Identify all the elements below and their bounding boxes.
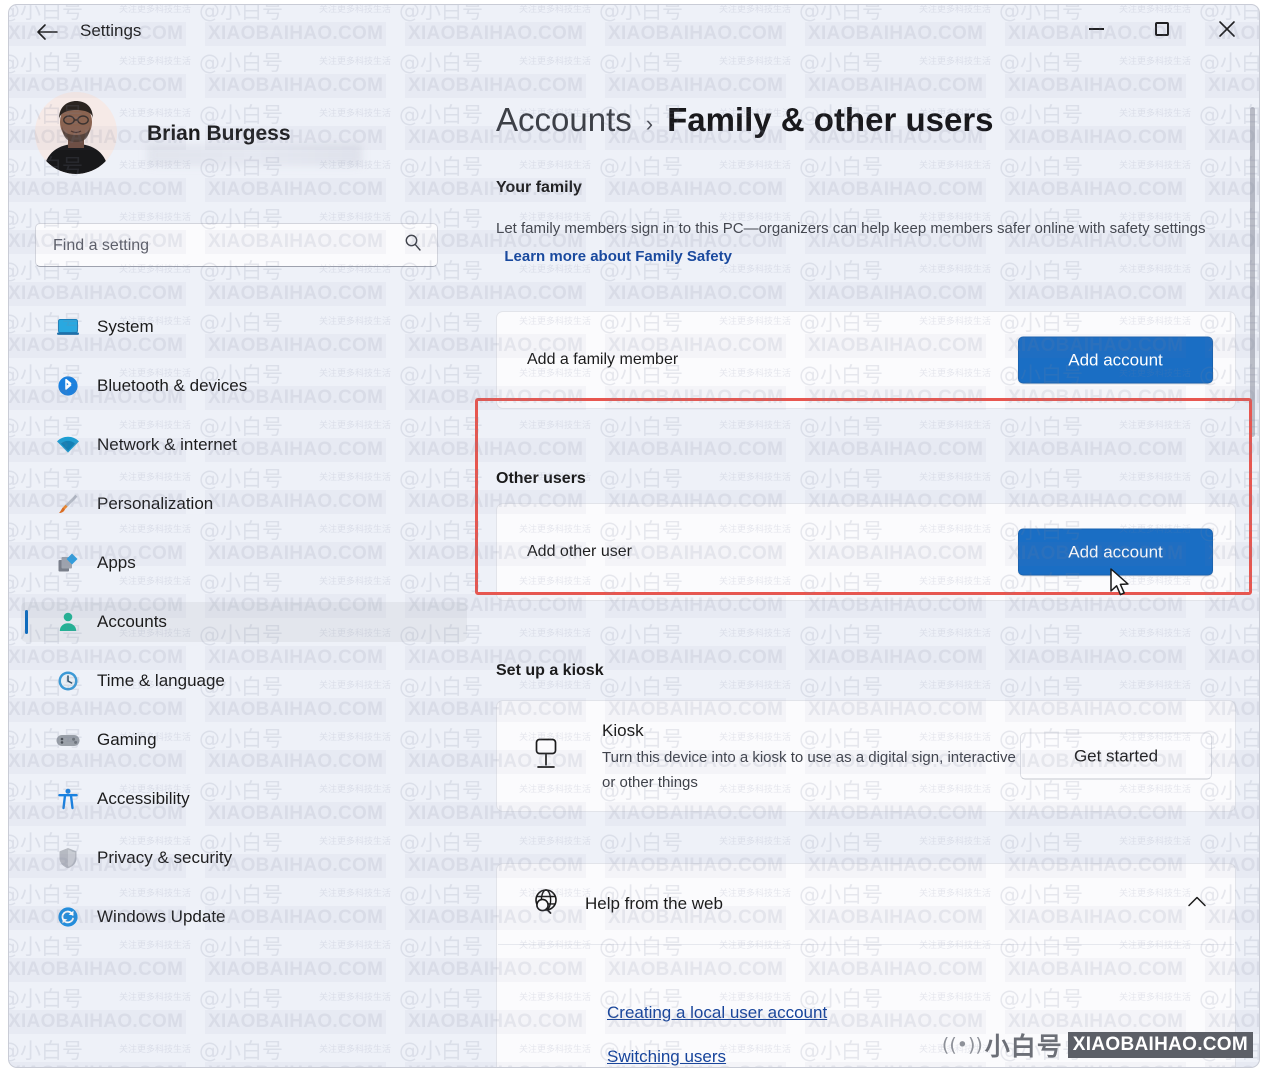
sidebar-item-system[interactable]: System: [21, 307, 467, 347]
breadcrumb-parent[interactable]: Accounts: [496, 101, 632, 139]
wifi-icon: [55, 432, 81, 458]
globe-search-icon: [531, 887, 561, 922]
sidebar-item-label: Privacy & security: [97, 848, 232, 868]
avatar: [35, 92, 117, 174]
page-title: Family & other users: [667, 101, 993, 139]
add-other-user-label: Add other user: [527, 543, 632, 561]
maximize-icon: [1155, 22, 1169, 36]
sidebar-item-personalization[interactable]: Personalization: [21, 484, 467, 524]
window-controls: [1064, 5, 1259, 53]
sidebar-item-windows-update[interactable]: Windows Update: [21, 897, 467, 937]
close-button[interactable]: [1194, 5, 1259, 53]
help-link-switching-users[interactable]: Switching users: [607, 1047, 726, 1067]
profile-name: Brian Burgess: [147, 122, 291, 146]
sidebar-item-label: Apps: [97, 553, 136, 573]
search-input[interactable]: Find a setting: [35, 223, 438, 267]
your-family-description: Let family members sign in to this PC—or…: [496, 215, 1241, 271]
sidebar-item-label: System: [97, 317, 154, 337]
kiosk-title: Kiosk: [602, 721, 644, 741]
paintbrush-icon: [55, 491, 81, 517]
sidebar-item-gaming[interactable]: Gaming: [21, 720, 467, 760]
minimize-icon: [1089, 28, 1104, 30]
sidebar-item-bluetooth-devices[interactable]: Bluetooth & devices: [21, 366, 467, 406]
sidebar-item-privacy-security[interactable]: Privacy & security: [21, 838, 467, 878]
sidebar-item-network-internet[interactable]: Network & internet: [21, 425, 467, 465]
settings-window: @小白号关注更多科技生活XIAOBAIHAO.COM@小白号关注更多科技生活XI…: [8, 4, 1260, 1068]
sidebar-item-apps[interactable]: Apps: [21, 543, 467, 583]
sidebar-item-time-language[interactable]: Time & language: [21, 661, 467, 701]
sidebar-item-label: Windows Update: [97, 907, 226, 927]
bluetooth-icon: [55, 373, 81, 399]
content-scrollbar[interactable]: [1248, 107, 1257, 1068]
kiosk-icon: [531, 737, 561, 776]
sidebar-item-label: Network & internet: [97, 435, 237, 455]
update-icon: [55, 904, 81, 930]
back-button[interactable]: [29, 17, 65, 47]
kiosk-get-started-button[interactable]: Get started: [1020, 733, 1212, 780]
kiosk-heading: Set up a kiosk: [496, 662, 604, 680]
profile-email-redacted: [147, 144, 362, 166]
help-from-web-label: Help from the web: [585, 894, 723, 914]
sidebar-item-label: Gaming: [97, 730, 157, 750]
sidebar-item-label: Personalization: [97, 494, 213, 514]
system-icon: [55, 314, 81, 340]
sidebar-item-label: Accessibility: [97, 789, 190, 809]
add-other-user-card: Add other user Add account: [496, 503, 1236, 601]
shield-icon: [55, 845, 81, 871]
search-icon: [403, 233, 423, 258]
title-bar: Settings: [9, 5, 1259, 55]
other-users-heading: Other users: [496, 470, 586, 488]
sidebar-item-accessibility[interactable]: Accessibility: [21, 779, 467, 819]
help-from-web-header[interactable]: Help from the web: [497, 864, 1235, 944]
scrollbar-thumb[interactable]: [1250, 107, 1255, 437]
add-other-account-button[interactable]: Add account: [1018, 529, 1213, 576]
breadcrumb: Accounts › Family & other users: [496, 101, 994, 139]
kiosk-description: Turn this device into a kiosk to use as …: [602, 745, 1072, 795]
screenshot-root: @小白号关注更多科技生活XIAOBAIHAO.COM@小白号关注更多科技生活XI…: [0, 0, 1266, 1075]
content-pane: Accounts › Family & other users Your fam…: [479, 55, 1259, 1067]
family-safety-link[interactable]: Learn more about Family Safety: [504, 248, 732, 265]
sidebar-item-label: Bluetooth & devices: [97, 376, 247, 396]
breadcrumb-separator: ›: [646, 111, 653, 137]
back-arrow-icon: [36, 23, 58, 41]
your-family-description-text: Let family members sign in to this PC—or…: [496, 220, 1205, 237]
sidebar-item-label: Time & language: [97, 671, 225, 691]
maximize-button[interactable]: [1129, 5, 1194, 53]
profile-block[interactable]: Brian Burgess: [35, 92, 455, 172]
help-from-web-card: Help from the web Creating a local user …: [496, 863, 1236, 1068]
add-family-member-card: Add a family member Add account: [496, 311, 1236, 409]
add-family-account-button[interactable]: Add account: [1018, 337, 1213, 384]
minimize-button[interactable]: [1064, 5, 1129, 53]
apps-icon: [55, 550, 81, 576]
help-divider: [498, 944, 1234, 945]
your-family-heading: Your family: [496, 179, 582, 197]
kiosk-card: Kiosk Turn this device into a kiosk to u…: [496, 700, 1236, 812]
search-placeholder: Find a setting: [53, 237, 149, 255]
accounts-icon: [55, 609, 81, 635]
close-icon: [1218, 20, 1236, 38]
clock-icon: [55, 668, 81, 694]
sidebar-item-accounts[interactable]: Accounts: [21, 602, 467, 642]
sidebar-nav: System Bluetooth & devices Network & inter…: [9, 307, 479, 956]
sidebar-item-label: Accounts: [97, 612, 167, 632]
sidebar: Brian Burgess Find a setting System Bluet…: [9, 55, 479, 1067]
accessibility-icon: [55, 786, 81, 812]
window-title: Settings: [80, 21, 141, 41]
add-family-member-label: Add a family member: [527, 351, 678, 369]
gamepad-icon: [55, 727, 81, 753]
help-link-creating-local-user[interactable]: Creating a local user account: [607, 1003, 827, 1023]
chevron-up-icon[interactable]: [1187, 895, 1207, 913]
